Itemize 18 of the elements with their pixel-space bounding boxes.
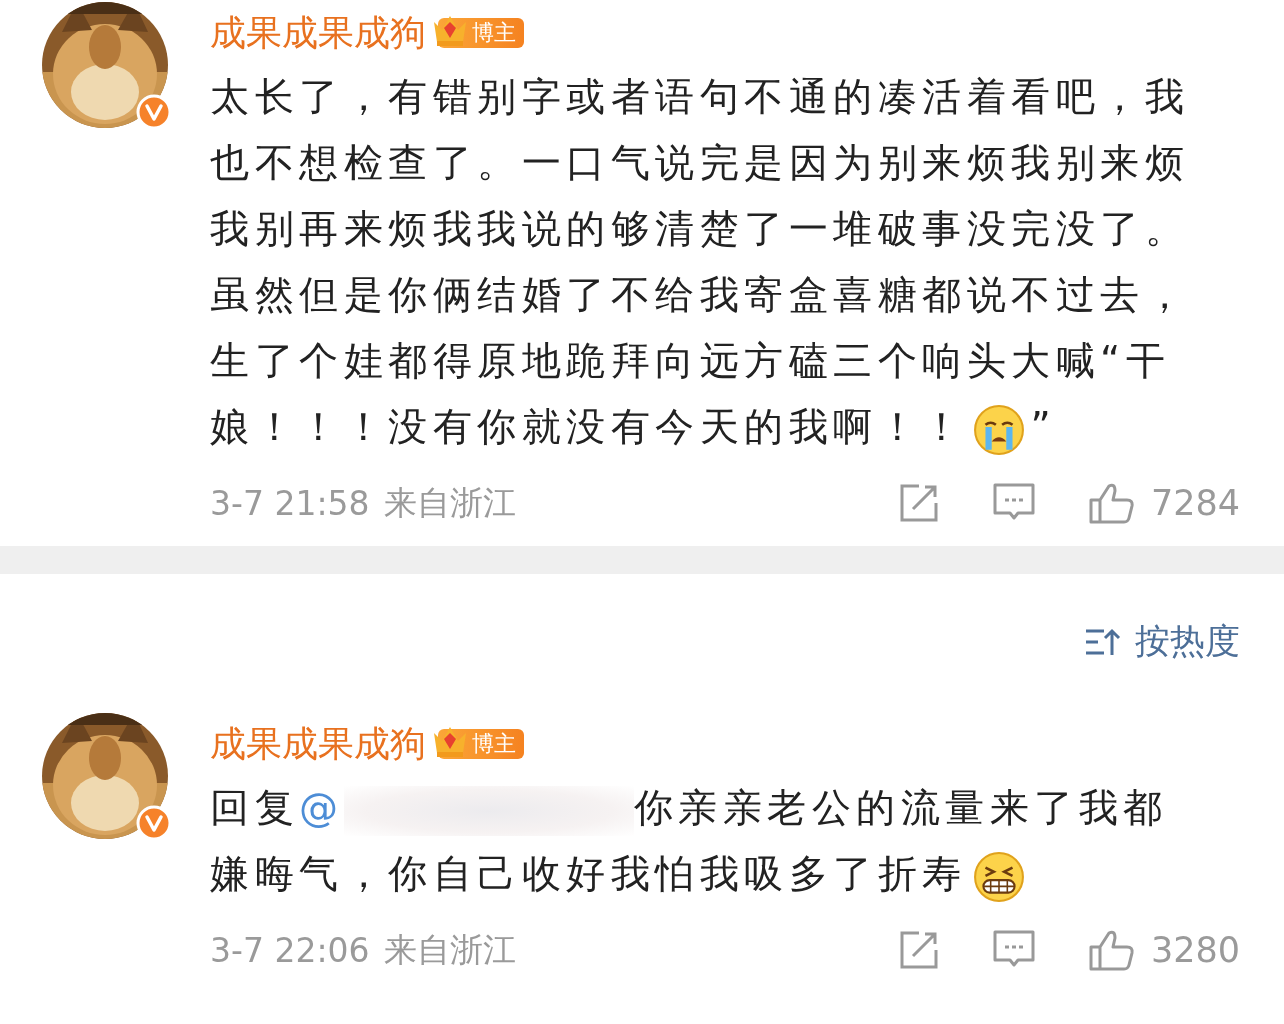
location: 来自浙江 [383,481,516,524]
like-button[interactable]: 3280 [1088,929,1240,971]
crying-emoji-icon [972,403,1025,456]
thumbs-up-icon [1088,482,1135,524]
sort-button[interactable]: 按热度 [1085,618,1240,665]
thumbs-up-icon [1088,929,1135,971]
username[interactable]: 成果成果成狗 [210,719,426,769]
sort-icon [1085,626,1121,657]
like-button[interactable]: 7284 [1088,482,1240,524]
timestamp: 3-7 22:06 [210,930,370,970]
share-icon[interactable] [898,930,939,970]
comment-text: 回复@ 你亲亲老公的流量来了我都嫌晦气，你自己收好我怕我吸多了折寿 [210,775,1210,907]
username[interactable]: 成果成果成狗 [210,8,426,58]
location: 来自浙江 [383,928,516,971]
share-icon[interactable] [898,483,939,523]
grinning-emoji-icon [972,850,1025,903]
comment-text: 太长了，有错别字或者语句不通的凑活着看吧，我也不想检查了。一口气说完是因为别来烦我别来烦我别再来烦我我说的够清楚了一堆破事没完没了。虽然但是你俩结婚了不给我寄盒喜糖都说不过去，生了个娃都得原地跪拜向远方磕三个响头大喊“干娘！！！没有你就没有今天的我啊！！ ” [210,64,1210,460]
timestamp: 3-7 21:58 [210,483,370,523]
